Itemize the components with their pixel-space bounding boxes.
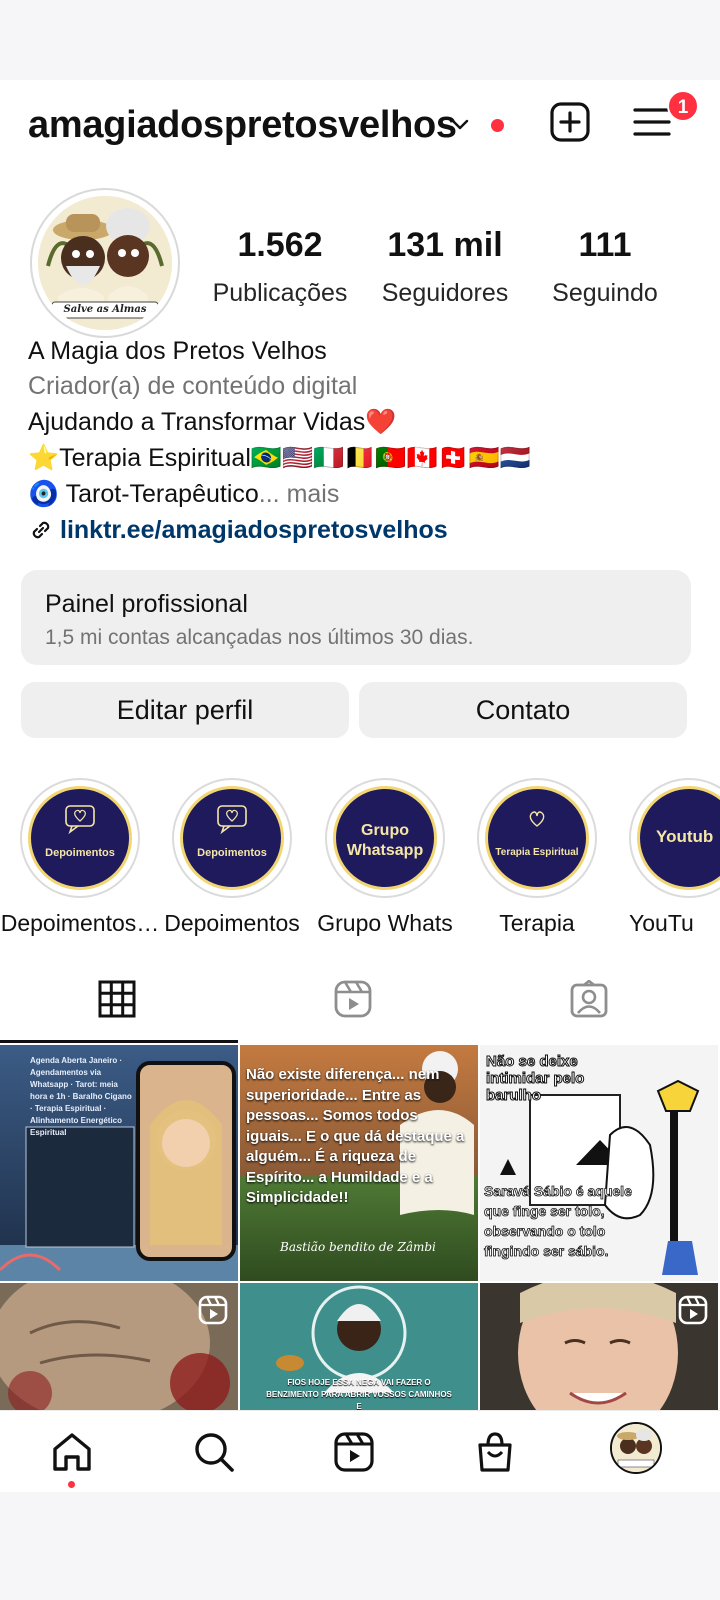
post-text: Não existe diferença... nem superioridad… — [246, 1066, 465, 1206]
highlight-cover-text: Depoimentos — [45, 847, 115, 859]
post-text: FIOS HOJE ESSA NEGA VAI FAZER O BENZIMEN… — [266, 1378, 452, 1410]
professional-dashboard-subtitle: 1,5 mi contas alcançadas nos últimos 30 … — [45, 626, 474, 649]
active-tab-indicator — [0, 1040, 238, 1043]
new-post-icon[interactable] — [548, 100, 592, 144]
following-count-label: Seguindo — [552, 279, 658, 307]
link-icon — [32, 521, 50, 539]
highlight-ring: Terapia Espiritual — [477, 778, 597, 898]
followers-count-label: Seguidores — [381, 279, 509, 307]
chevron-down-icon[interactable] — [448, 112, 472, 136]
post-text-bottom: Saravá Sábio é aquele que finge ser tolo… — [484, 1183, 633, 1260]
bio-line-2: ⭐Terapia Espiritual🇧🇷🇺🇸🇮🇹🇧🇪🇵🇹🇨🇦🇨🇭🇪🇸🇳🇱 — [28, 444, 532, 472]
highlight-cover-text: Grupo Whatsapp — [346, 822, 424, 859]
unread-dot — [491, 119, 504, 132]
grid-icon[interactable] — [98, 980, 136, 1018]
profile-tab-avatar-image — [612, 1424, 660, 1472]
avatar-caption: Salve as Almas — [63, 304, 147, 315]
post-thumbnail[interactable]: Não se deixe intimidar pelo barulho Sara… — [480, 1045, 718, 1281]
following-count-value: 111 — [578, 226, 632, 264]
posts-count-value: 1.562 — [237, 226, 323, 264]
shop-icon[interactable] — [473, 1430, 517, 1474]
highlight-label: Depoimentos — [164, 910, 300, 936]
professional-dashboard[interactable]: Painel profissional 1,5 mi contas alcanç… — [21, 570, 691, 665]
highlight-label: YouTu — [629, 910, 694, 936]
highlight-cover-text: Terapia Espiritual — [495, 847, 579, 858]
followers-count[interactable]: 131 mil Seguidores — [370, 226, 520, 308]
contact-button[interactable]: Contato — [359, 682, 687, 738]
username-switcher[interactable]: amagiadospretosvelhos — [28, 104, 457, 147]
following-count[interactable]: 111 Seguindo — [535, 226, 675, 308]
profile-tab-avatar[interactable] — [610, 1422, 662, 1474]
profile-link[interactable]: linktr.ee/amagiadospretosvelhos — [28, 516, 448, 545]
hearts-icon — [529, 811, 545, 827]
post-text-top: Não se deixe intimidar pelo barulho — [486, 1053, 585, 1105]
highlight-cover: Depoimentos — [28, 786, 132, 890]
system-navigation-bar — [0, 1492, 720, 1600]
bio-line-1: Ajudando a Transformar Vidas❤️ — [28, 408, 397, 436]
chat-heart-icon — [65, 805, 95, 835]
chat-heart-icon — [217, 805, 247, 835]
status-bar — [0, 0, 720, 80]
edit-profile-button[interactable]: Editar perfil — [21, 682, 349, 738]
avatar-image: Salve as Almas — [38, 196, 172, 330]
search-icon[interactable] — [192, 1430, 236, 1474]
post-signature: Bastião bendito de Zâmbi — [280, 1240, 436, 1254]
display-name: A Magia dos Pretos Velhos — [28, 337, 327, 365]
profile-link-text[interactable]: linktr.ee/amagiadospretosvelhos — [60, 516, 448, 544]
profile-category: Criador(a) de conteúdo digital — [28, 372, 358, 400]
post-text: Agenda Aberta Janeiro · Agendamentos via… — [30, 1056, 132, 1137]
highlight-cover: Grupo Whatsapp — [333, 786, 437, 890]
home-active-dot — [68, 1481, 75, 1488]
post-thumbnail[interactable] — [0, 1283, 238, 1410]
tagged-icon[interactable] — [570, 980, 608, 1018]
highlight-ring: Youtub — [629, 778, 720, 898]
post-thumbnail[interactable]: FIOS HOJE ESSA NEGA VAI FAZER O BENZIMEN… — [240, 1283, 478, 1410]
bio-line-3-text: 🧿 Tarot-Terapêutico — [28, 480, 259, 508]
reels-tab-icon[interactable] — [334, 980, 372, 1018]
reels-icon[interactable] — [332, 1430, 376, 1474]
followers-count-value: 131 mil — [387, 226, 503, 264]
highlight-cover-text: Youtub — [656, 827, 714, 846]
profile-screen: amagiadospretosvelhos 1 Salve as Almas 1… — [0, 0, 720, 1600]
highlight-ring: Depoimentos — [172, 778, 292, 898]
highlight-cover: Terapia Espiritual — [485, 786, 589, 890]
post-thumbnail[interactable] — [480, 1283, 718, 1410]
post-thumbnail[interactable]: Não existe diferença... nem superioridad… — [240, 1045, 478, 1281]
professional-dashboard-title: Painel profissional — [45, 590, 248, 618]
highlight-cover-text: Depoimentos — [197, 847, 267, 859]
highlight-cover: Depoimentos — [180, 786, 284, 890]
reel-icon — [198, 1295, 228, 1325]
highlight-label: Depoimentos… — [0, 910, 160, 936]
highlight-label: Grupo Whats — [317, 910, 453, 936]
bio-line-3: 🧿 Tarot-Terapêutico... mais — [28, 480, 339, 509]
reel-icon — [678, 1295, 708, 1325]
highlight-label: Terapia — [499, 910, 575, 936]
profile-tabs — [0, 960, 720, 1040]
profile-avatar[interactable]: Salve as Almas — [30, 188, 180, 338]
posts-count[interactable]: 1.562 Publicações — [205, 226, 355, 308]
highlight-ring: Grupo Whatsapp — [325, 778, 445, 898]
post-thumbnail[interactable]: Agenda Aberta Janeiro · Agendamentos via… — [0, 1045, 238, 1281]
highlight-ring: Depoimentos — [20, 778, 140, 898]
home-icon[interactable] — [50, 1430, 94, 1474]
bio-more-link[interactable]: ... mais — [259, 480, 340, 508]
highlight-cover: Youtub — [637, 786, 720, 890]
notification-badge: 1 — [667, 90, 699, 122]
posts-count-label: Publicações — [212, 279, 348, 307]
